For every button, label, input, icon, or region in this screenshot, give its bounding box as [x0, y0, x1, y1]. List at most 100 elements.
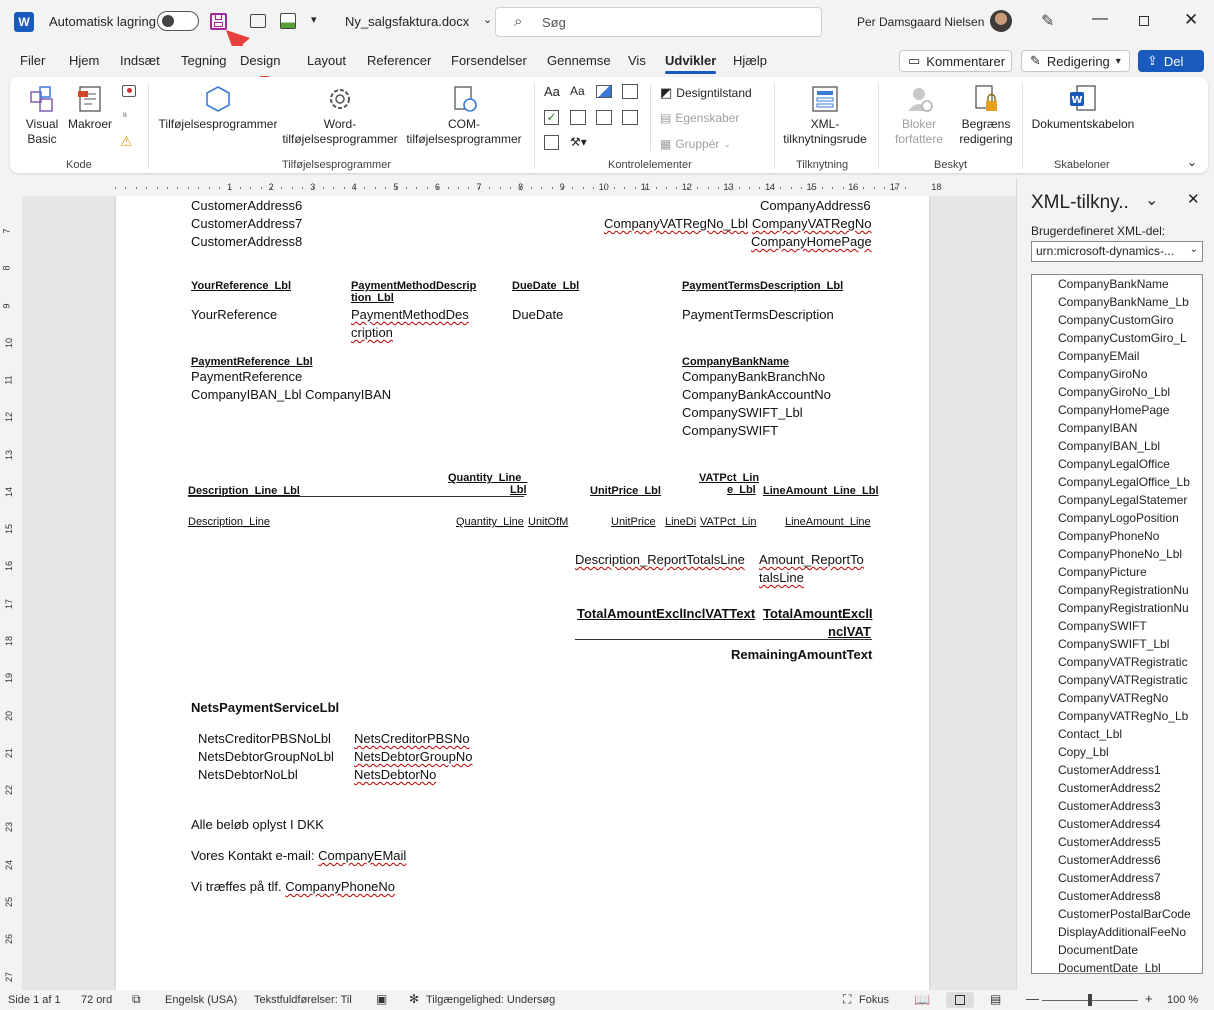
xml-node-list[interactable]: CompanyBankName CompanyBankName_Lb Company…	[1031, 274, 1203, 974]
xml-node-item[interactable]: CompanyLogoPosition	[1032, 509, 1202, 527]
text-predictions[interactable]: Tekstfuldførelser: Til	[254, 994, 352, 1006]
proofing-icon[interactable]: ⧉	[132, 992, 141, 1007]
legacy-tools-icon[interactable]: ⚒▾	[570, 135, 587, 149]
designer-icon[interactable]: ✎	[1041, 11, 1054, 31]
xml-node-item[interactable]: CompanyHomePage	[1032, 401, 1202, 419]
user-name[interactable]: Per Damsgaard Nielsen	[857, 15, 984, 29]
xml-part-select[interactable]: urn:microsoft-dynamics-... ⌄	[1031, 241, 1203, 262]
xml-node-item[interactable]: DocumentDate_Lbl	[1032, 959, 1202, 973]
xml-node-item[interactable]: CustomerPostalBarCode	[1032, 905, 1202, 923]
tab-referencer[interactable]: Referencer	[367, 53, 431, 68]
xml-node-item[interactable]: CustomerAddress5	[1032, 833, 1202, 851]
accessibility[interactable]: Tilgængelighed: Undersøg	[426, 994, 555, 1006]
macros-button[interactable]: Makroer	[66, 83, 114, 132]
xml-node-item[interactable]: CompanyPhoneNo	[1032, 527, 1202, 545]
document-page[interactable]: CustomerAddress6 CustomerAddress7 Custom…	[116, 196, 929, 990]
web-layout-icon[interactable]: ▤	[990, 992, 1001, 1006]
pane-close-icon[interactable]: ✕	[1187, 190, 1200, 208]
design-mode-button[interactable]: ◩ Designtilstand	[660, 85, 752, 101]
minimize-icon[interactable]: —	[1092, 10, 1108, 28]
restrict-editing-button[interactable]: Begræns redigering	[954, 83, 1018, 147]
tab-hjaelp[interactable]: Hjælp	[733, 53, 767, 68]
tab-vis[interactable]: Vis	[628, 53, 646, 68]
zoom-in-icon[interactable]: +	[1145, 991, 1153, 1006]
checkbox-control-icon[interactable]: ✓	[544, 110, 559, 125]
read-mode-icon[interactable]: 📖	[914, 992, 930, 1008]
xml-node-item[interactable]: CompanyVATRegNo	[1032, 689, 1202, 707]
xml-node-item[interactable]: CompanyEMail	[1032, 347, 1202, 365]
xml-node-item[interactable]: CustomerAddress8	[1032, 887, 1202, 905]
xml-node-item[interactable]: CustomerAddress3	[1032, 797, 1202, 815]
macro-security-icon[interactable]: ⚠	[120, 133, 133, 150]
touch-mode-icon[interactable]	[250, 14, 266, 28]
zoom-slider-thumb[interactable]	[1088, 994, 1092, 1006]
zoom-level[interactable]: 100 %	[1167, 994, 1198, 1006]
share-button[interactable]: ⇪ Del	[1138, 50, 1204, 72]
xml-node-item[interactable]: CustomerAddress1	[1032, 761, 1202, 779]
xml-node-item[interactable]: CompanyBankName	[1032, 275, 1202, 293]
focus-mode[interactable]: Fokus	[859, 994, 889, 1006]
print-layout-icon[interactable]	[946, 992, 974, 1008]
xml-node-item[interactable]: CompanyVATRegNo_Lb	[1032, 707, 1202, 725]
xml-node-item[interactable]: CustomerAddress7	[1032, 869, 1202, 887]
xml-node-item[interactable]: CompanyLegalStatemer	[1032, 491, 1202, 509]
tab-indsaet[interactable]: Indsæt	[120, 53, 160, 68]
tab-forsendelser[interactable]: Forsendelser	[451, 53, 527, 68]
close-icon[interactable]: ✕	[1184, 10, 1198, 30]
collapse-ribbon-icon[interactable]: ⌄	[1187, 155, 1197, 169]
xml-node-item[interactable]: CompanyPhoneNo_Lbl	[1032, 545, 1202, 563]
record-macro-icon[interactable]	[122, 85, 136, 97]
tab-layout[interactable]: Layout	[307, 53, 346, 68]
xml-node-item[interactable]: Copy_Lbl	[1032, 743, 1202, 761]
xml-node-item[interactable]: CustomerAddress2	[1032, 779, 1202, 797]
xml-node-item[interactable]: CustomerAddress6	[1032, 851, 1202, 869]
xml-node-item[interactable]: CompanyCustomGiro_L	[1032, 329, 1202, 347]
xml-node-item[interactable]: CompanyCustomGiro	[1032, 311, 1202, 329]
xml-node-item[interactable]: CompanyIBAN	[1032, 419, 1202, 437]
xml-node-item[interactable]: CompanyLegalOffice_Lb	[1032, 473, 1202, 491]
maximize-icon[interactable]	[1139, 16, 1149, 26]
tab-udvikler[interactable]: Udvikler	[665, 53, 717, 74]
visual-basic-button[interactable]: Visual Basic	[22, 83, 62, 147]
vertical-ruler[interactable]: 7 8 9 10 11 12 13 14 15 16 17 18 19 20 21 22 23 24 25 26 27	[0, 196, 22, 990]
repeating-section-icon[interactable]	[544, 135, 559, 150]
document-canvas[interactable]: CustomerAddress6 CustomerAddress7 Custom…	[22, 196, 1016, 990]
xml-node-item[interactable]: CompanyVATRegistratic	[1032, 653, 1202, 671]
xml-node-item[interactable]: CompanyPicture	[1032, 563, 1202, 581]
xml-node-item[interactable]: CompanyIBAN_Lbl	[1032, 437, 1202, 455]
xml-node-item[interactable]: CompanyRegistrationNu	[1032, 599, 1202, 617]
avatar[interactable]	[990, 10, 1012, 32]
combo-box-control-icon[interactable]	[570, 110, 586, 125]
tab-tegning[interactable]: Tegning	[181, 53, 227, 68]
xml-node-item[interactable]: CompanyLegalOffice	[1032, 455, 1202, 473]
horizontal-ruler[interactable]: 1 2 3 4 5 6 7 8 9 10 11 12 13 14 15 16 17 18	[0, 178, 1016, 196]
xml-node-item[interactable]: CompanyVATRegistratic	[1032, 671, 1202, 689]
document-template-button[interactable]: W Dokumentskabelon	[1028, 83, 1138, 132]
page-count[interactable]: Side 1 af 1	[8, 994, 61, 1006]
date-picker-control-icon[interactable]	[622, 110, 638, 125]
plain-text-control-icon[interactable]: Aa	[570, 84, 585, 98]
language[interactable]: Engelsk (USA)	[165, 994, 237, 1006]
com-addins-button[interactable]: COM-tilføjelsesprogrammer	[404, 83, 524, 147]
xml-node-item[interactable]: CompanyRegistrationNu	[1032, 581, 1202, 599]
xml-node-item[interactable]: CompanySWIFT_Lbl	[1032, 635, 1202, 653]
pane-options-icon[interactable]: ⌄	[1145, 190, 1158, 210]
xml-node-item[interactable]: CompanyBankName_Lb	[1032, 293, 1202, 311]
word-count[interactable]: 72 ord	[81, 994, 112, 1006]
search-box[interactable]: ⌕ Søg	[495, 7, 822, 37]
autosave-toggle[interactable]	[157, 11, 199, 31]
tab-gennemse[interactable]: Gennemse	[547, 53, 611, 68]
dropdown-control-icon[interactable]	[596, 110, 612, 125]
xml-node-item[interactable]: CompanySWIFT	[1032, 617, 1202, 635]
xml-node-item[interactable]: CompanyGiroNo_Lbl	[1032, 383, 1202, 401]
xml-mapping-pane-button[interactable]: XML-tilknytningsrude	[778, 83, 872, 147]
addins-button[interactable]: Tilføjelsesprogrammer	[156, 83, 280, 132]
xml-node-item[interactable]: CompanyGiroNo	[1032, 365, 1202, 383]
xml-node-item[interactable]: DisplayAdditionalFeeNo	[1032, 923, 1202, 941]
customize-toolbar-icon[interactable]: ▾	[311, 13, 317, 26]
picture-control-icon[interactable]	[596, 85, 612, 98]
print-preview-icon[interactable]	[280, 13, 296, 29]
document-filename[interactable]: Ny_salgsfaktura.docx	[345, 14, 469, 29]
xml-node-item[interactable]: Contact_Lbl	[1032, 725, 1202, 743]
building-block-control-icon[interactable]	[622, 84, 638, 99]
